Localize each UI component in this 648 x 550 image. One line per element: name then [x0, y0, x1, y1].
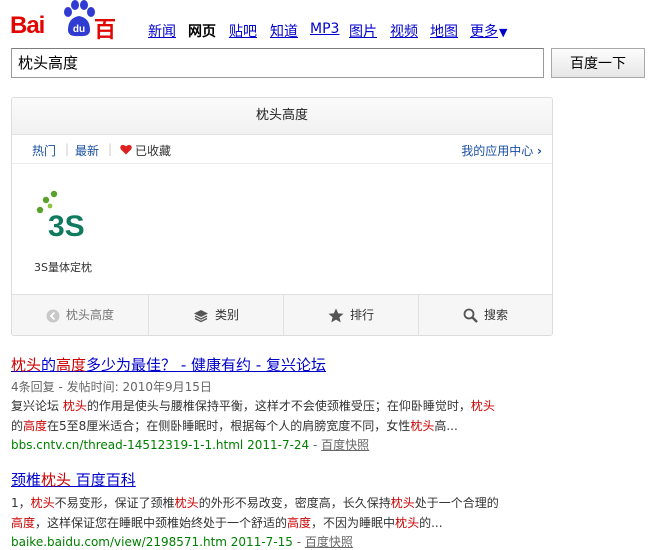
tab-hot[interactable]: 热门: [32, 142, 56, 159]
result-url-line: baike.baidu.com/view/2198571.htm 2011-7-…: [11, 533, 641, 550]
result-desc-keyword: 枕头: [395, 516, 420, 530]
result-desc-keyword: 高度: [287, 516, 312, 530]
bar-rank-label: 排行: [349, 308, 374, 322]
bar-pillow-height-label: 枕头高度: [65, 308, 114, 322]
result-description: 复兴论坛 枕头的作用是使头与腰椎保持平衡，这样才不会使颈椎受压；在仰卧睡觉时，枕…: [11, 396, 641, 436]
result-desc-text: 1，: [11, 496, 31, 510]
app-card: 枕头高度 热门 | 最新 | 已收藏 我的应用中心 › 3S 3S量体定枕 枕头…: [11, 97, 553, 336]
app-name[interactable]: 3S量体定枕: [34, 259, 92, 275]
result-desc-keyword: 枕头: [174, 496, 199, 510]
tab-separator: |: [108, 142, 113, 156]
heart-icon: [120, 144, 132, 155]
result-desc-keyword: 高度: [23, 419, 48, 433]
result-title-keyword: 枕头: [11, 356, 42, 374]
result-url: bbs.cntv.cn/thread-14512319-1-1.html 201…: [11, 438, 310, 452]
logo-bai-text: Bai: [10, 12, 45, 39]
result-desc-text: 处于一个合理的: [414, 496, 499, 510]
result-title-text: 颈椎: [11, 471, 42, 489]
tab-favorites[interactable]: 已收藏: [135, 142, 171, 159]
my-app-center-label: 我的应用中心: [461, 144, 534, 158]
app-logo-text: 3S: [48, 210, 85, 243]
result-title-keyword: 枕头: [41, 471, 72, 489]
tab-separator: |: [65, 142, 70, 156]
result-description: 1，枕头不易变形，保证了颈椎枕头的外形不易改变，密度高，长久保持枕头处于一个合理…: [11, 493, 641, 533]
app-area: 3S 3S量体定枕: [12, 164, 552, 292]
nav-video[interactable]: 视频: [390, 21, 418, 41]
nav-more-label: 更多: [470, 24, 498, 40]
search-icon: [463, 308, 478, 323]
nav-web: 网页: [188, 24, 216, 40]
nav-mp3[interactable]: MP3: [310, 21, 339, 37]
back-circle-icon: [46, 309, 60, 322]
app-card-tabs: 热门 | 最新 | 已收藏 我的应用中心 ›: [12, 135, 552, 164]
result-snapshot-link[interactable]: 百度快照: [321, 438, 369, 452]
bar-category[interactable]: 类别: [149, 295, 283, 335]
chevron-right-icon: ›: [537, 144, 542, 158]
result-desc-text: 的...: [419, 516, 443, 530]
search-result: 枕头的高度多少为最佳？ - 健康有约 - 复兴论坛 4条回复 - 发帖时间: 2…: [11, 354, 641, 453]
result-desc-line: 1，枕头不易变形，保证了颈椎枕头的外形不易改变，密度高，长久保持枕头处于一个合理…: [11, 493, 641, 513]
my-app-center-link[interactable]: 我的应用中心 ›: [461, 142, 542, 159]
nav-more[interactable]: 更多▼: [470, 21, 507, 41]
bar-category-label: 类别: [214, 308, 239, 322]
result-desc-text: 不易变形，保证了颈椎: [54, 496, 175, 510]
app-card-bottom-bar: 枕头高度 类别 排行 搜索: [12, 294, 552, 335]
result-title-link[interactable]: 枕头的高度多少为最佳？ - 健康有约 - 复兴论坛: [11, 354, 641, 375]
search-input[interactable]: [11, 48, 544, 78]
result-desc-line: 复兴论坛 枕头的作用是使头与腰椎保持平衡，这样才不会使颈椎受压；在仰卧睡觉时，枕…: [11, 396, 641, 416]
result-url-dash: -: [309, 438, 322, 452]
result-title-text: 百度百科: [71, 471, 136, 489]
triangle-down-icon: ▼: [499, 26, 508, 39]
nav-tieba[interactable]: 贴吧: [229, 21, 257, 41]
app-3s-logo[interactable]: 3S: [34, 188, 100, 248]
nav-news[interactable]: 新闻: [148, 21, 176, 41]
logo-du-text: du: [73, 24, 85, 35]
result-desc-keyword: 高度: [11, 516, 36, 530]
result-meta: 4条回复 - 发帖时间: 2010年9月15日: [11, 380, 212, 394]
result-desc-keyword: 枕头: [390, 496, 415, 510]
paw-icon: du: [64, 0, 95, 37]
result-desc-line: 的高度在5至8厘米适合；在侧卧睡眠时，根据每个人的肩膀宽度不同，女性枕头高...: [11, 416, 641, 436]
search-result: 颈椎枕头 百度百科 1，枕头不易变形，保证了颈椎枕头的外形不易改变，密度高，长久…: [11, 469, 641, 550]
star-icon: [328, 308, 344, 323]
result-title-link[interactable]: 颈椎枕头 百度百科: [11, 469, 641, 490]
result-title-text: 多少为最佳？ - 健康有约 - 复兴论坛: [86, 356, 326, 374]
result-desc-text: ，不因为睡眠中: [311, 516, 396, 530]
bar-search-label: 搜索: [483, 308, 508, 322]
result-url-line: bbs.cntv.cn/thread-14512319-1-1.html 201…: [11, 436, 641, 453]
bar-pillow-height[interactable]: 枕头高度: [12, 295, 148, 335]
nav-zhidao[interactable]: 知道: [270, 21, 298, 41]
result-desc-text: 复兴论坛: [11, 399, 63, 413]
result-desc-text: 的作用是使头与腰椎保持平衡，这样才不会使颈椎受压；在仰卧睡觉时，: [86, 399, 471, 413]
result-title-keyword: 高度: [56, 356, 87, 374]
nav-images[interactable]: 图片: [349, 21, 377, 41]
bar-search[interactable]: 搜索: [419, 295, 552, 335]
result-title-text: 的: [41, 356, 57, 374]
result-desc-text: ，这样保证您在睡眠中颈椎始终处于一个舒适的: [35, 516, 288, 530]
result-desc-text: 的: [11, 419, 24, 433]
tab-new[interactable]: 最新: [75, 142, 99, 159]
search-button[interactable]: 百度一下: [551, 48, 645, 78]
result-desc-text: 在5至8厘米适合；在侧卧睡眠时，根据每个人的肩膀宽度不同，女性: [47, 419, 411, 433]
bar-rank[interactable]: 排行: [284, 295, 418, 335]
result-desc-line: 高度，这样保证您在睡眠中颈椎始终处于一个舒适的高度，不因为睡眠中枕头的...: [11, 513, 641, 533]
layers-icon: [193, 309, 208, 322]
result-desc-keyword: 枕头: [470, 399, 495, 413]
result-desc-keyword: 枕头: [30, 496, 55, 510]
baidu-logo[interactable]: Bai du 百度: [10, 0, 132, 74]
result-desc-keyword: 枕头: [62, 399, 87, 413]
app-card-title: 枕头高度: [12, 98, 552, 135]
result-desc-keyword: 枕头: [410, 419, 435, 433]
result-desc-text: 高...: [434, 419, 458, 433]
result-desc-text: 的外形不易改变，密度高，长久保持: [198, 496, 391, 510]
nav-map[interactable]: 地图: [430, 21, 458, 41]
